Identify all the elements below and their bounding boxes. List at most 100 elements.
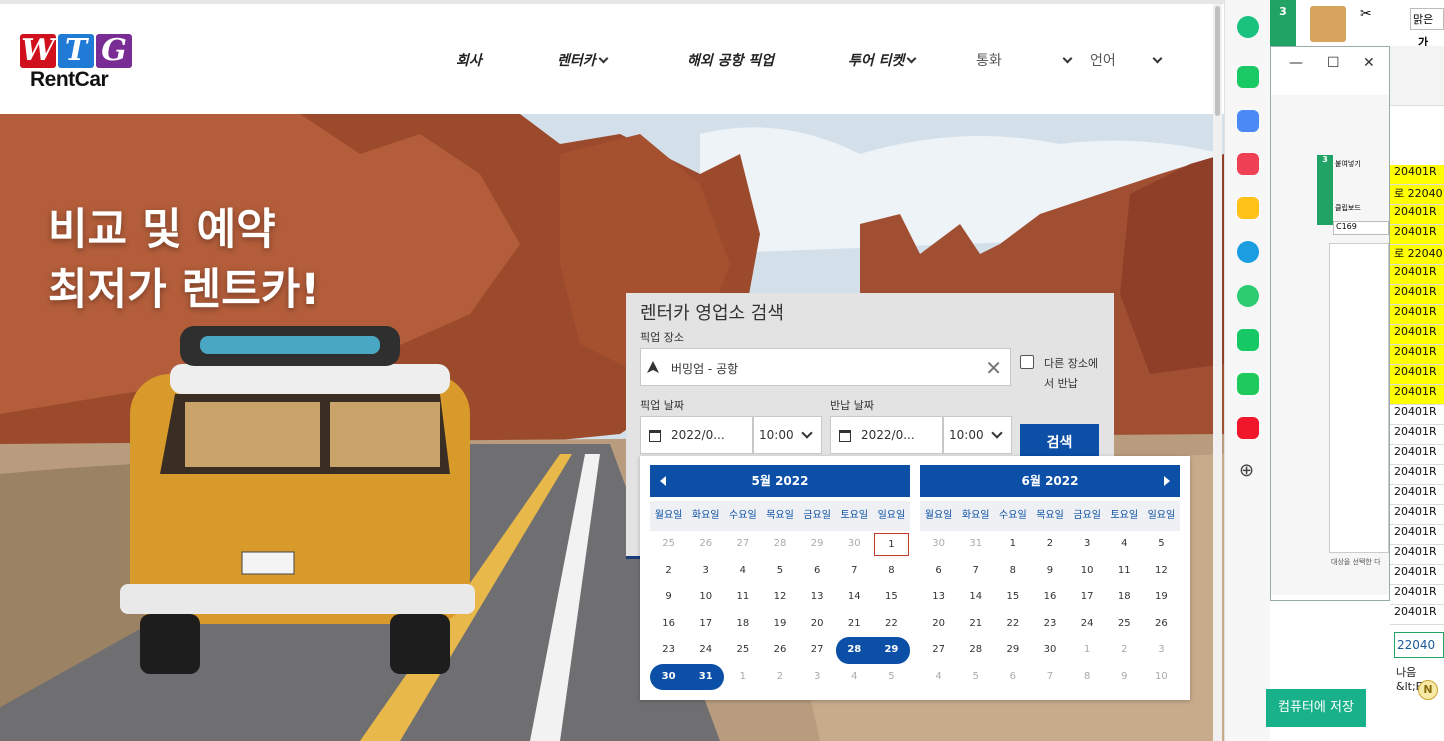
- calendar-day[interactable]: 6: [994, 664, 1031, 691]
- nav-tour-ticket[interactable]: 투어 티켓: [848, 50, 917, 70]
- calendar-day[interactable]: 12: [761, 584, 798, 611]
- prev-month-icon[interactable]: [660, 476, 666, 486]
- excel-cell[interactable]: 20401R: [1390, 285, 1444, 305]
- calendar-day[interactable]: 5: [1143, 531, 1180, 558]
- calendar-day[interactable]: 26: [1143, 611, 1180, 638]
- calendar-day[interactable]: 15: [994, 584, 1031, 611]
- sidebar-app-icon[interactable]: [1237, 16, 1259, 38]
- calendar-day[interactable]: 7: [836, 558, 873, 585]
- calendar-day[interactable]: 5: [761, 558, 798, 585]
- excel-cell[interactable]: 20401R: [1390, 165, 1444, 185]
- calendar-day[interactable]: 23: [650, 637, 687, 664]
- other-return-checkbox[interactable]: [1020, 355, 1034, 369]
- calendar-day[interactable]: 24: [687, 637, 724, 664]
- now-icon[interactable]: [1237, 417, 1259, 439]
- calendar-day[interactable]: 29: [799, 531, 836, 558]
- nav-airport-pickup[interactable]: 해외 공항 픽업: [687, 50, 774, 70]
- calendar-day[interactable]: 2: [1031, 531, 1068, 558]
- calendar-day[interactable]: 30: [650, 663, 688, 690]
- excel-cell[interactable]: 20401R: [1390, 205, 1444, 225]
- briefcase-icon[interactable]: [1237, 110, 1259, 132]
- calendar-day[interactable]: 27: [799, 637, 836, 664]
- calendar-day[interactable]: 10: [1143, 664, 1180, 691]
- excel-cell[interactable]: 20401R: [1390, 325, 1444, 345]
- calendar-day[interactable]: 9: [650, 584, 687, 611]
- excel-cell[interactable]: 20401R: [1390, 305, 1444, 325]
- excel-cell[interactable]: 20401R: [1390, 585, 1444, 605]
- calendar-day[interactable]: 21: [836, 611, 873, 638]
- calendar-day[interactable]: 18: [1106, 584, 1143, 611]
- excel-cell[interactable]: 20401R: [1390, 365, 1444, 385]
- calendar-day[interactable]: 5: [957, 664, 994, 691]
- site-logo[interactable]: W T G RentCar: [20, 34, 140, 94]
- calendar-day[interactable]: 23: [1031, 611, 1068, 638]
- excel-cell[interactable]: 20401R: [1390, 225, 1444, 245]
- calendar-day[interactable]: 25: [724, 637, 761, 664]
- calendar-day[interactable]: 22: [873, 611, 910, 638]
- currency-select[interactable]: 통화: [976, 50, 1073, 70]
- excel-cell[interactable]: 20401R: [1390, 445, 1444, 465]
- calendar-day[interactable]: 28: [957, 637, 994, 664]
- return-time-select[interactable]: 10:00: [943, 416, 1012, 454]
- calendar-day[interactable]: 27: [920, 637, 957, 664]
- calendar-day[interactable]: 26: [687, 531, 724, 558]
- edge-icon[interactable]: [1237, 241, 1259, 263]
- calendar-day[interactable]: 31: [687, 663, 725, 690]
- calendar-day[interactable]: 4: [920, 664, 957, 691]
- add-icon[interactable]: ⊕: [1239, 460, 1254, 481]
- calendar-day[interactable]: 20: [799, 611, 836, 638]
- calendar-day[interactable]: 9: [1106, 664, 1143, 691]
- calendar-day[interactable]: 16: [650, 611, 687, 638]
- calendar-day[interactable]: 26: [761, 637, 798, 664]
- calendar-day[interactable]: 9: [1031, 558, 1068, 585]
- excel-cell[interactable]: 20401R: [1390, 405, 1444, 425]
- calendar-day[interactable]: 13: [920, 584, 957, 611]
- calendar-day[interactable]: 14: [957, 584, 994, 611]
- cell-ref-box[interactable]: C169: [1333, 221, 1389, 235]
- calendar-day[interactable]: 7: [957, 558, 994, 585]
- calendar-day[interactable]: 30: [920, 531, 957, 558]
- calendar-day[interactable]: 12: [1143, 558, 1180, 585]
- excel-cell[interactable]: 20401R: [1390, 525, 1444, 545]
- excel-cell[interactable]: 로 220401R: [1390, 245, 1444, 265]
- calendar-day[interactable]: 1: [994, 531, 1031, 558]
- active-cell[interactable]: 22040: [1394, 632, 1444, 658]
- calendar-day[interactable]: 25: [1106, 611, 1143, 638]
- calendar-day[interactable]: 28: [835, 637, 873, 664]
- close-icon[interactable]: ✕: [1363, 55, 1375, 71]
- pocket-icon[interactable]: [1237, 153, 1259, 175]
- norton-icon[interactable]: N: [1418, 680, 1438, 700]
- calendar-day[interactable]: 8: [1069, 664, 1106, 691]
- calendar-day[interactable]: 6: [799, 558, 836, 585]
- page-scrollbar[interactable]: [1213, 4, 1222, 741]
- language-select[interactable]: 언어: [1090, 50, 1163, 70]
- calendar-day[interactable]: 30: [836, 531, 873, 558]
- excel-cell[interactable]: 20401R: [1390, 425, 1444, 445]
- excel-cell[interactable]: 20401R: [1390, 485, 1444, 505]
- cut-icon[interactable]: ✂: [1360, 6, 1372, 22]
- excel-tab-number[interactable]: 3: [1270, 0, 1296, 46]
- scrollbar-thumb[interactable]: [1215, 6, 1220, 116]
- nav-company[interactable]: 회사: [456, 50, 482, 70]
- calendar-day[interactable]: 4: [1106, 531, 1143, 558]
- calendar-day[interactable]: 20: [920, 611, 957, 638]
- return-date-input[interactable]: 2022/0...: [830, 416, 943, 454]
- minimize-icon[interactable]: —: [1289, 55, 1303, 71]
- nav-rentcar[interactable]: 렌터카: [557, 50, 609, 70]
- calendar-day[interactable]: 16: [1031, 584, 1068, 611]
- excel-cell[interactable]: 20401R: [1390, 545, 1444, 565]
- pickup-date-input[interactable]: 2022/0...: [640, 416, 753, 454]
- calendar-day[interactable]: 13: [799, 584, 836, 611]
- calendar-day[interactable]: 3: [799, 664, 836, 691]
- pickup-place-input[interactable]: 버밍엄 - 공항 ✕: [640, 348, 1011, 386]
- calendar-day[interactable]: 10: [1069, 558, 1106, 585]
- calendar-day[interactable]: 24: [1069, 611, 1106, 638]
- calendar-day[interactable]: 21: [957, 611, 994, 638]
- calendar-day[interactable]: 4: [724, 558, 761, 585]
- calendar-day[interactable]: 29: [994, 637, 1031, 664]
- calendar-day[interactable]: 8: [873, 558, 910, 585]
- excel-cell[interactable]: 20401R: [1390, 345, 1444, 365]
- calendar-day[interactable]: 1: [873, 533, 909, 556]
- calendar-day[interactable]: 30: [1031, 637, 1068, 664]
- calendar-day[interactable]: 19: [1143, 584, 1180, 611]
